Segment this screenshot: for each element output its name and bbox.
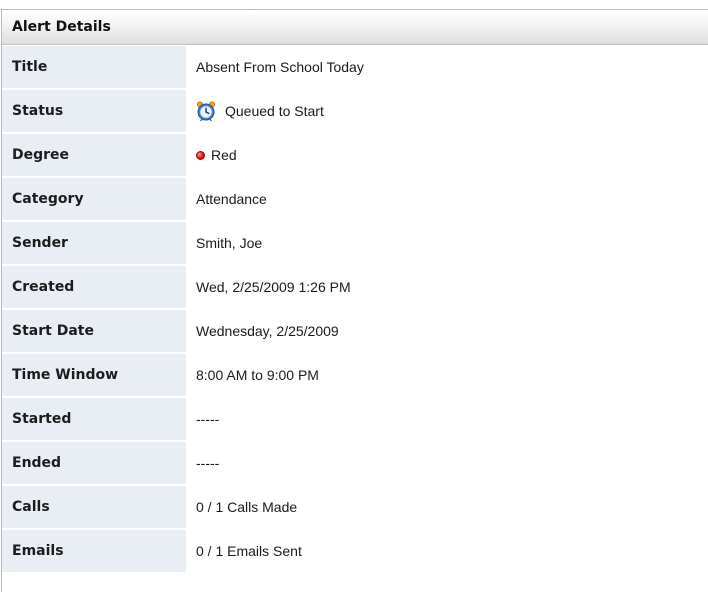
row-value: 8:00 AM to 9:00 PM bbox=[190, 354, 708, 396]
row-label: Category bbox=[2, 178, 186, 220]
row-label: Created bbox=[2, 266, 186, 308]
row-value: 0 / 1 Emails Sent bbox=[190, 530, 708, 572]
row-label: Degree bbox=[2, 134, 186, 176]
row-value: 0 / 1 Calls Made bbox=[190, 486, 708, 528]
detail-row-degree: Degree Red bbox=[2, 132, 708, 176]
detail-row-category: Category Attendance bbox=[2, 176, 708, 220]
detail-row-sender: Sender Smith, Joe bbox=[2, 220, 708, 264]
sender-value: Smith, Joe bbox=[196, 235, 263, 251]
degree-value: Red bbox=[211, 147, 237, 163]
detail-row-title: Title Absent From School Today bbox=[2, 45, 708, 88]
panel-title: Alert Details bbox=[2, 10, 708, 45]
row-label: Status bbox=[2, 90, 186, 132]
detail-row-time-window: Time Window 8:00 AM to 9:00 PM bbox=[2, 352, 708, 396]
row-value: Wednesday, 2/25/2009 bbox=[190, 310, 708, 352]
status-value: Queued to Start bbox=[225, 103, 324, 119]
row-label: Started bbox=[2, 398, 186, 440]
row-label: Emails bbox=[2, 530, 186, 572]
calls-value: 0 / 1 Calls Made bbox=[196, 499, 298, 515]
row-value: Absent From School Today bbox=[190, 46, 708, 88]
detail-row-calls: Calls 0 / 1 Calls Made bbox=[2, 484, 708, 528]
time-window-value: 8:00 AM to 9:00 PM bbox=[196, 367, 319, 383]
row-value: ----- bbox=[190, 442, 708, 484]
detail-row-created: Created Wed, 2/25/2009 1:26 PM bbox=[2, 264, 708, 308]
detail-row-started: Started ----- bbox=[2, 396, 708, 440]
row-label: Title bbox=[2, 46, 186, 88]
detail-row-ended: Ended ----- bbox=[2, 440, 708, 484]
clock-icon bbox=[196, 101, 216, 122]
row-label: Ended bbox=[2, 442, 186, 484]
title-value: Absent From School Today bbox=[196, 59, 364, 75]
red-dot-icon bbox=[196, 150, 205, 160]
row-value: Queued to Start bbox=[190, 90, 708, 132]
category-value: Attendance bbox=[196, 191, 267, 207]
row-value: Red bbox=[190, 134, 708, 176]
row-value: Smith, Joe bbox=[190, 222, 708, 264]
row-label: Time Window bbox=[2, 354, 186, 396]
row-value: ----- bbox=[190, 398, 708, 440]
created-value: Wed, 2/25/2009 1:26 PM bbox=[196, 279, 351, 295]
detail-row-status: Status Queued to Start bbox=[2, 88, 708, 132]
row-label: Start Date bbox=[2, 310, 186, 352]
details-table: Title Absent From School Today Status Qu… bbox=[2, 45, 708, 572]
row-value: Attendance bbox=[190, 178, 708, 220]
detail-row-start-date: Start Date Wednesday, 2/25/2009 bbox=[2, 308, 708, 352]
detail-row-emails: Emails 0 / 1 Emails Sent bbox=[2, 528, 708, 572]
start-date-value: Wednesday, 2/25/2009 bbox=[196, 323, 339, 339]
alert-details-panel: Alert Details Title Absent From School T… bbox=[1, 9, 708, 592]
started-value: ----- bbox=[196, 411, 220, 427]
row-label: Calls bbox=[2, 486, 186, 528]
row-label: Sender bbox=[2, 222, 186, 264]
emails-value: 0 / 1 Emails Sent bbox=[196, 543, 302, 559]
row-value: Wed, 2/25/2009 1:26 PM bbox=[190, 266, 708, 308]
ended-value: ----- bbox=[196, 455, 220, 471]
